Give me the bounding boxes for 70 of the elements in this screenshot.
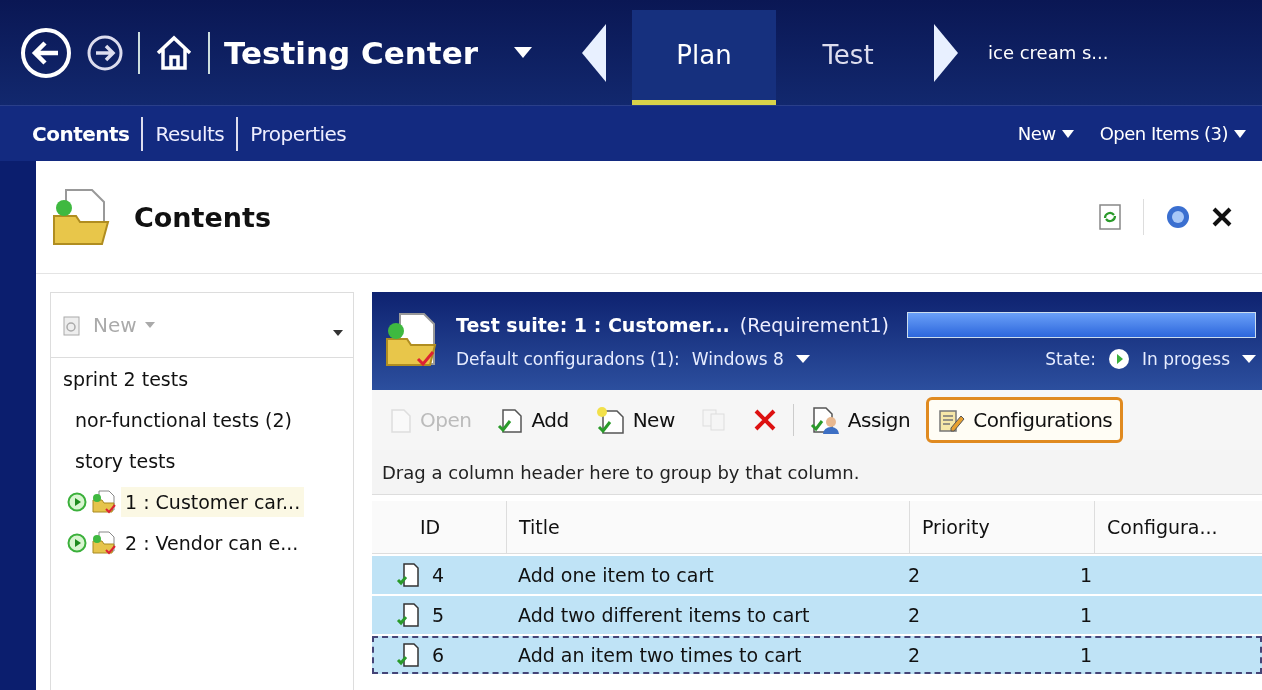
tree-item[interactable]: story tests — [71, 445, 180, 476]
table-cell-text: Add two different items to cart — [517, 604, 811, 626]
table-cell-text: 4 — [432, 564, 446, 586]
state-value[interactable]: In progess — [1142, 349, 1230, 369]
column-header[interactable]: Title — [506, 501, 909, 553]
breadcrumb[interactable]: ice cream s... — [988, 42, 1109, 63]
folder-icon — [50, 186, 112, 248]
dropdown-icon[interactable] — [1061, 129, 1074, 138]
table-row[interactable]: 5 Add two different items to cart 2 1 — [372, 596, 1262, 634]
forward-arrow-icon[interactable] — [934, 23, 958, 82]
table-row[interactable]: 6 Add an item two times to cart 2 1 — [372, 636, 1262, 674]
table-cell-text: 1 — [1079, 564, 1094, 586]
sub-tab[interactable]: Contents — [20, 117, 142, 150]
toolbar-button[interactable]: Assign — [799, 397, 921, 443]
test-case-icon — [396, 602, 420, 628]
test-case-icon — [396, 562, 420, 588]
back-icon[interactable] — [20, 26, 72, 79]
table-cell-text: Add one item to cart — [517, 564, 715, 586]
document-check-icon — [497, 406, 524, 434]
sub-tab[interactable]: Properties — [238, 117, 359, 150]
table-row[interactable]: 4 Add one item to cart 2 1 — [372, 556, 1262, 594]
test-case-icon — [396, 642, 420, 668]
document-icon — [390, 406, 412, 434]
requirement-link[interactable]: (Requirement1) — [739, 314, 889, 336]
table-cell-text: 5 — [432, 604, 446, 626]
dropdown-icon[interactable] — [1234, 129, 1246, 138]
toolbar-button[interactable]: Add — [487, 398, 579, 442]
table-cell-text: 1 — [1079, 644, 1094, 666]
dropdown-icon[interactable] — [333, 330, 343, 336]
sub-tab[interactable]: Results — [143, 117, 237, 150]
toolbar-button[interactable]: Configurations — [926, 397, 1124, 443]
column-header[interactable]: Configura... — [1094, 501, 1257, 553]
toolbar-button[interactable]: New — [584, 397, 685, 443]
new-document-icon — [594, 405, 625, 435]
dropdown-icon[interactable] — [1242, 355, 1256, 363]
close-icon[interactable] — [1212, 207, 1232, 227]
group-hint: Drag a column header here to group by that column. — [372, 450, 1262, 495]
dropdown-icon[interactable] — [514, 46, 532, 59]
dropdown-icon[interactable] — [795, 355, 810, 363]
panel-title: Contents — [134, 201, 271, 233]
app-title: Testing Center — [224, 34, 478, 71]
tree-item[interactable]: sprint 2 tests — [59, 363, 193, 394]
play-icon[interactable] — [67, 491, 87, 512]
table-cell-text: 2 — [907, 604, 922, 626]
nav-tab[interactable]: Plan — [632, 10, 776, 105]
tree-item[interactable]: nor-functional tests (2) — [71, 404, 297, 435]
table-cell-text: 2 — [907, 644, 922, 666]
column-header[interactable]: Priority — [909, 501, 1094, 553]
config-label: Default configuradons (1): — [456, 349, 680, 369]
table-cell-text: 2 — [907, 564, 922, 586]
suite-icon — [91, 488, 117, 515]
play-icon[interactable] — [67, 532, 87, 553]
back-arrow-icon[interactable] — [582, 23, 606, 82]
person-document-icon — [809, 405, 840, 435]
nav-tab[interactable]: Test — [776, 10, 920, 105]
column-header[interactable]: ID — [372, 501, 506, 553]
menu-button[interactable]: Open Items (3) — [1079, 123, 1234, 144]
menu-button[interactable]: New — [997, 123, 1062, 144]
table-cell-text: 1 — [1079, 604, 1094, 626]
state-label: State: — [1045, 349, 1097, 369]
suite-title: Test suite: 1 : Customer... — [456, 314, 730, 336]
tree-item[interactable]: 2 : Vendor can e... — [121, 527, 303, 558]
config-value[interactable]: Windows 8 — [691, 349, 784, 369]
suite-icon — [91, 529, 117, 556]
tree-item[interactable]: 1 : Customer car... — [121, 486, 305, 517]
table-cell-text: Add an item two times to cart — [517, 644, 803, 666]
forward-icon[interactable] — [86, 33, 124, 72]
play-icon[interactable] — [1108, 348, 1131, 370]
refresh-icon[interactable] — [1099, 204, 1121, 230]
table-cell-text: 6 — [432, 644, 446, 666]
